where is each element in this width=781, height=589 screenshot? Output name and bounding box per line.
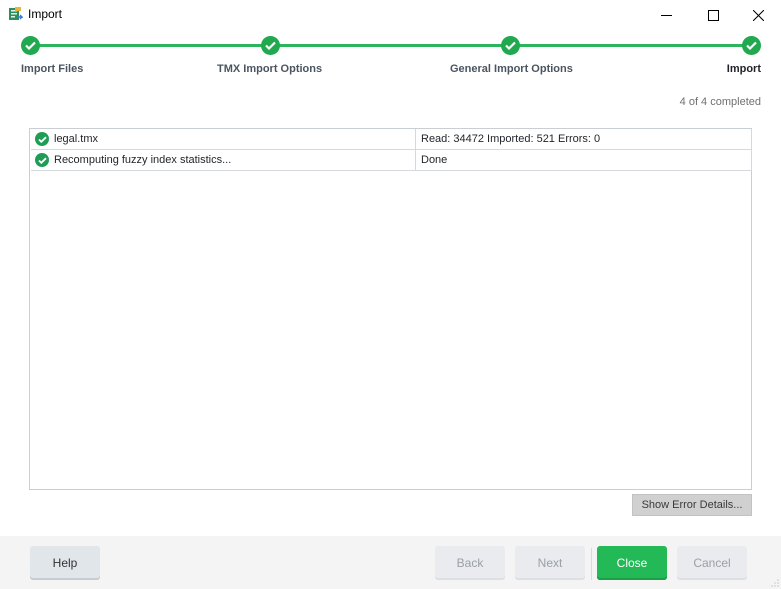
title-bar: Import [0, 0, 781, 30]
wizard-stepper: Import Files TMX Import Options General … [0, 30, 781, 85]
close-window-button[interactable] [735, 0, 781, 30]
item-status-cell: Read: 34472 Imported: 521 Errors: 0 [416, 129, 752, 149]
window-title: Import [28, 7, 63, 21]
item-name: legal.tmx [54, 133, 99, 145]
item-status: Done [421, 154, 448, 166]
step-3-check-icon [501, 36, 520, 55]
step-2-check-icon [261, 36, 280, 55]
dialog-footer: Help Back Next Close Cancel [0, 536, 781, 589]
resize-grip-icon[interactable] [771, 579, 779, 587]
progress-status: 4 of 4 completed [679, 96, 761, 108]
cancel-button[interactable]: Cancel [677, 546, 747, 580]
check-circle-icon [35, 153, 49, 167]
minimize-button[interactable] [643, 0, 689, 30]
maximize-icon [707, 9, 719, 21]
step-label-general-import-options: General Import Options [450, 63, 573, 75]
item-status-cell: Done [416, 150, 752, 170]
list-item[interactable]: Recomputing fuzzy index statistics... Do… [31, 150, 752, 171]
footer-divider [591, 548, 592, 580]
step-4-check-icon [742, 36, 761, 55]
item-name-cell: legal.tmx [31, 129, 416, 149]
close-button[interactable]: Close [597, 546, 667, 580]
step-label-import: Import [726, 63, 761, 75]
minimize-icon [660, 14, 672, 16]
item-status: Read: 34472 Imported: 521 Errors: 0 [421, 133, 601, 145]
show-error-details-button[interactable]: Show Error Details... [632, 494, 752, 516]
import-results-list[interactable]: legal.tmx Read: 34472 Imported: 521 Erro… [29, 128, 752, 490]
item-name-cell: Recomputing fuzzy index statistics... [31, 150, 416, 170]
back-button[interactable]: Back [435, 546, 505, 580]
step-1-check-icon [21, 36, 40, 55]
help-button[interactable]: Help [30, 546, 100, 580]
step-label-tmx-import-options: TMX Import Options [217, 63, 323, 75]
maximize-button[interactable] [690, 0, 736, 30]
item-name: Recomputing fuzzy index statistics... [54, 154, 232, 166]
list-item[interactable]: legal.tmx Read: 34472 Imported: 521 Erro… [31, 129, 752, 150]
next-button[interactable]: Next [515, 546, 585, 580]
import-wizard-icon [9, 7, 24, 21]
stepper-progress-line [30, 44, 751, 47]
step-label-import-files: Import Files [21, 63, 84, 75]
check-circle-icon [35, 132, 49, 146]
import-dialog: Import Import Files TMX Import Options G… [0, 0, 781, 589]
close-icon [752, 9, 764, 21]
